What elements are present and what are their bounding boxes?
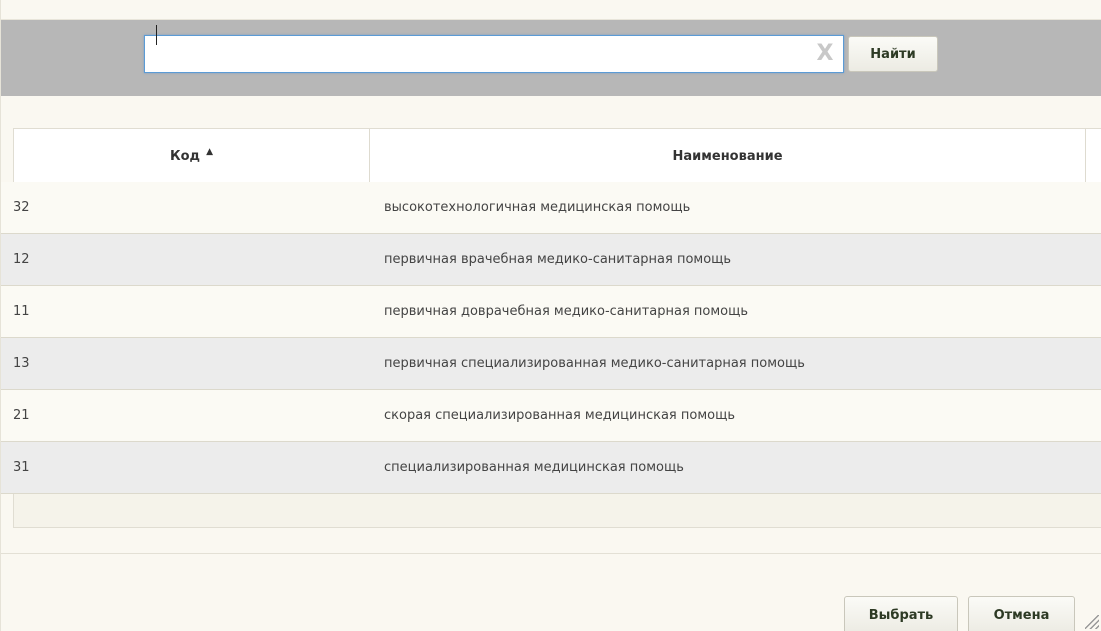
cell-code: 32 <box>13 200 30 215</box>
cell-code: 13 <box>13 356 30 371</box>
cell-name: первичная доврачебная медико-санитарная … <box>384 304 749 319</box>
dialog-top-strip <box>1 0 1101 20</box>
table-row[interactable]: 32 высокотехнологичная медицинская помощь <box>1 182 1101 234</box>
clear-icon[interactable]: X <box>813 42 837 66</box>
table-row[interactable]: 11 первичная доврачебная медико-санитарна… <box>1 286 1101 338</box>
cell-code: 21 <box>13 408 30 423</box>
cell-code: 12 <box>13 252 30 267</box>
column-header-spacer <box>1086 129 1101 183</box>
column-header-name-label: Наименование <box>672 148 783 164</box>
find-button[interactable]: Найти <box>848 36 938 72</box>
cell-code: 11 <box>13 304 30 319</box>
table-row[interactable]: 12 первичная врачебная медико-санитарная … <box>1 234 1101 286</box>
select-button[interactable]: Выбрать <box>844 596 958 631</box>
grid-header: Код ▲ Наименование <box>14 129 1101 183</box>
cancel-button[interactable]: Отмена <box>968 596 1075 631</box>
sort-ascending-icon: ▲ <box>206 147 213 157</box>
column-header-name[interactable]: Наименование <box>370 129 1086 183</box>
selection-dialog: X Найти Код ▲ Наименование 32 высокотехно… <box>0 0 1101 631</box>
text-caret <box>156 25 157 45</box>
table-row[interactable]: 31 специализированная медицинская помощь <box>1 442 1101 494</box>
column-header-code[interactable]: Код ▲ <box>14 129 370 183</box>
resize-grip-icon[interactable] <box>1085 615 1099 629</box>
cell-name: первичная врачебная медико-санитарная по… <box>384 252 732 267</box>
table-row[interactable]: 13 первичная специализированная медико-са… <box>1 338 1101 390</box>
search-bar: X Найти <box>1 20 1101 96</box>
cell-name: высокотехнологичная медицинская помощь <box>384 200 691 215</box>
column-header-code-label: Код <box>170 148 201 164</box>
footer-divider <box>1 553 1101 554</box>
search-input[interactable] <box>144 35 844 73</box>
cell-name: первичная специализированная медико-сани… <box>384 356 805 371</box>
cell-code: 31 <box>13 460 30 475</box>
table-row[interactable]: 21 скорая специализированная медицинская … <box>1 390 1101 442</box>
cell-name: скорая специализированная медицинская по… <box>384 408 735 423</box>
cell-name: специализированная медицинская помощь <box>384 460 684 475</box>
